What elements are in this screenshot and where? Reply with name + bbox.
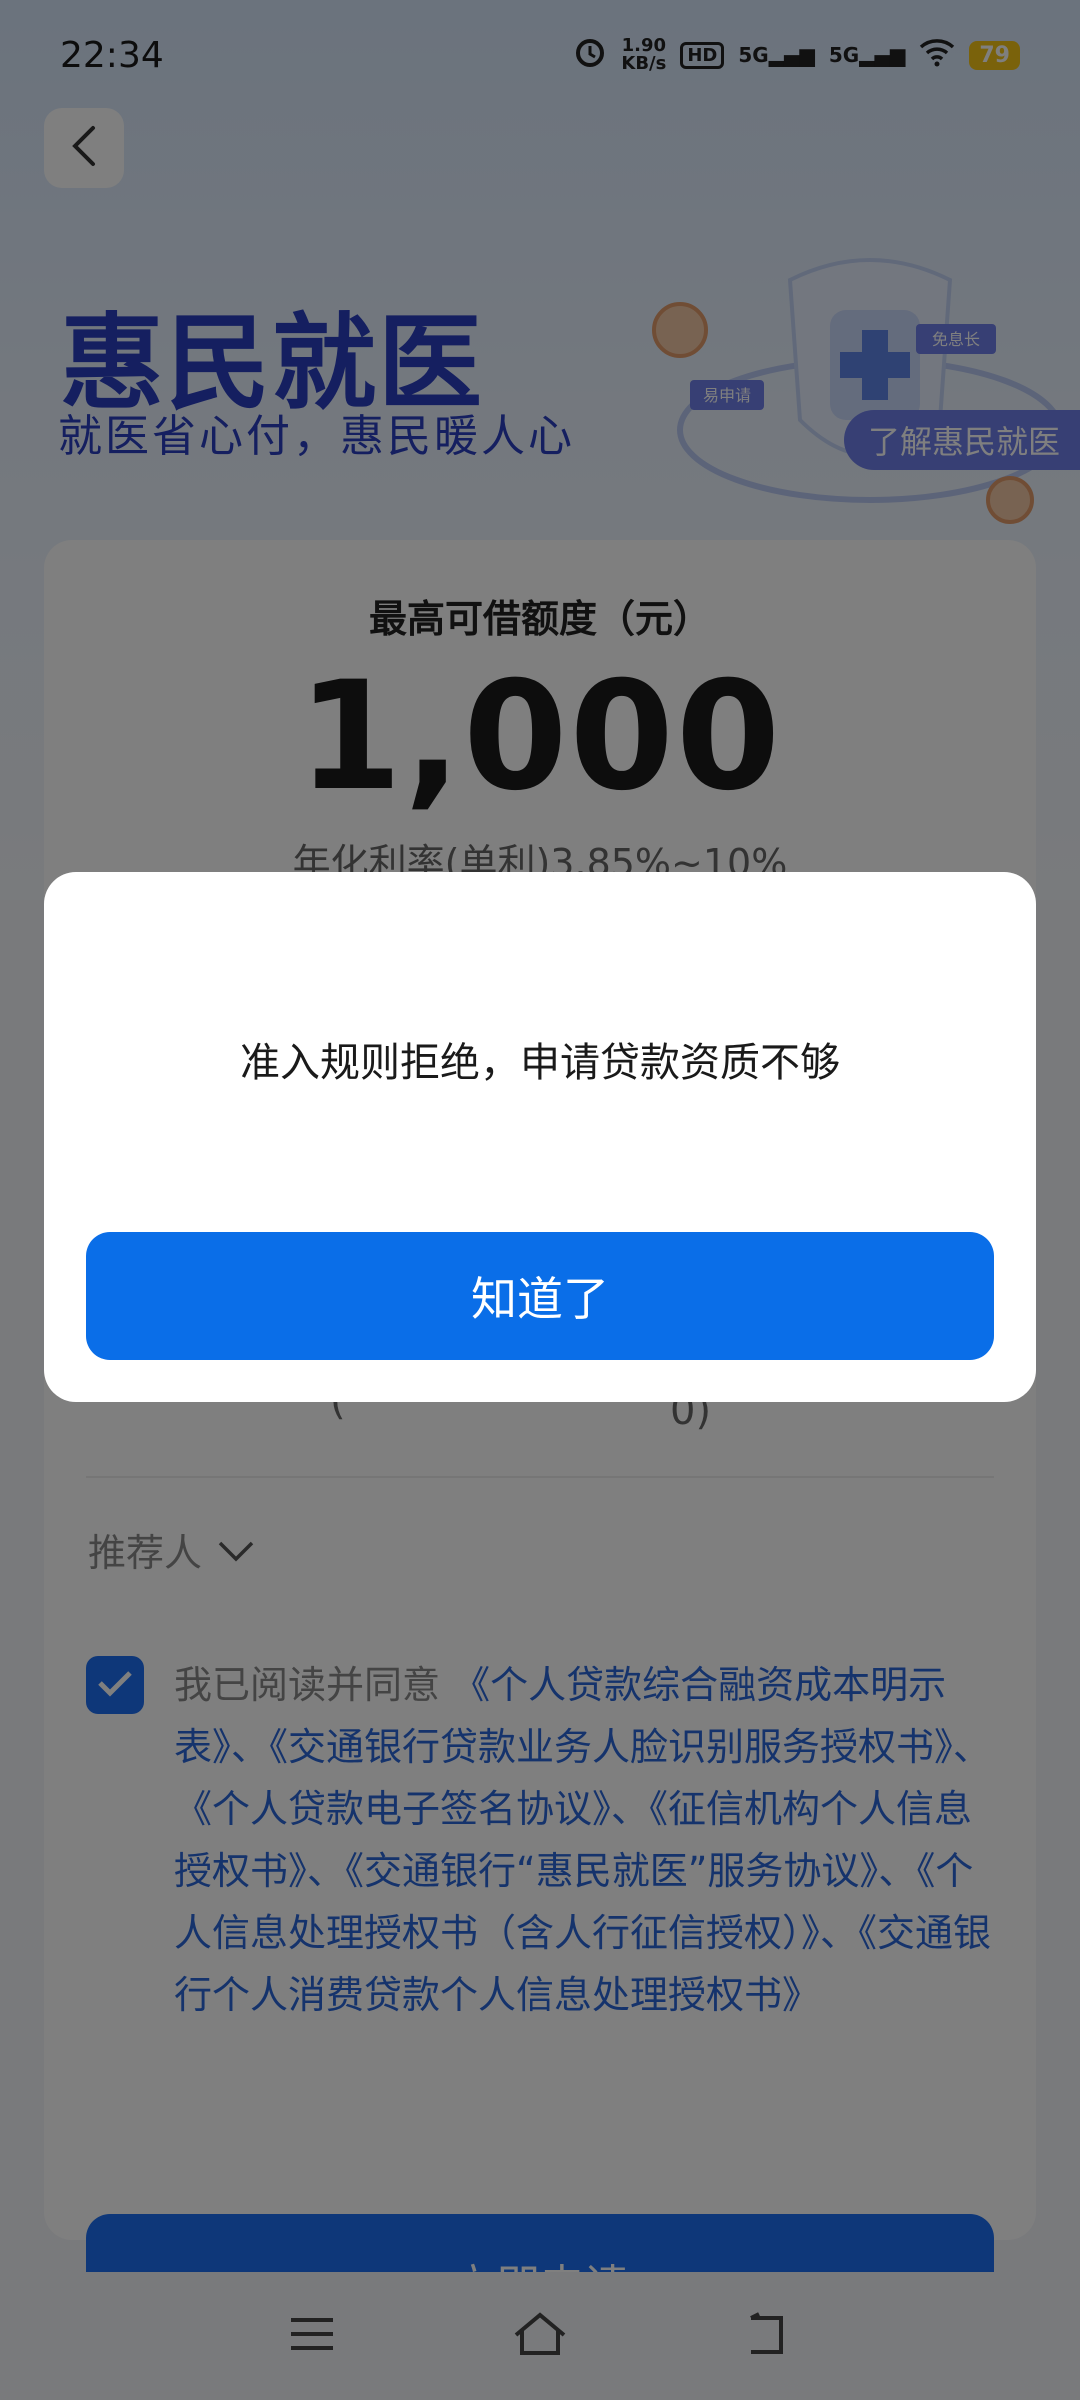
dialog-message: 准入规则拒绝，申请贷款资质不够: [240, 1040, 840, 1086]
alert-dialog: 准入规则拒绝，申请贷款资质不够 知道了: [44, 872, 1036, 1402]
dialog-ok-button[interactable]: 知道了: [86, 1232, 994, 1360]
